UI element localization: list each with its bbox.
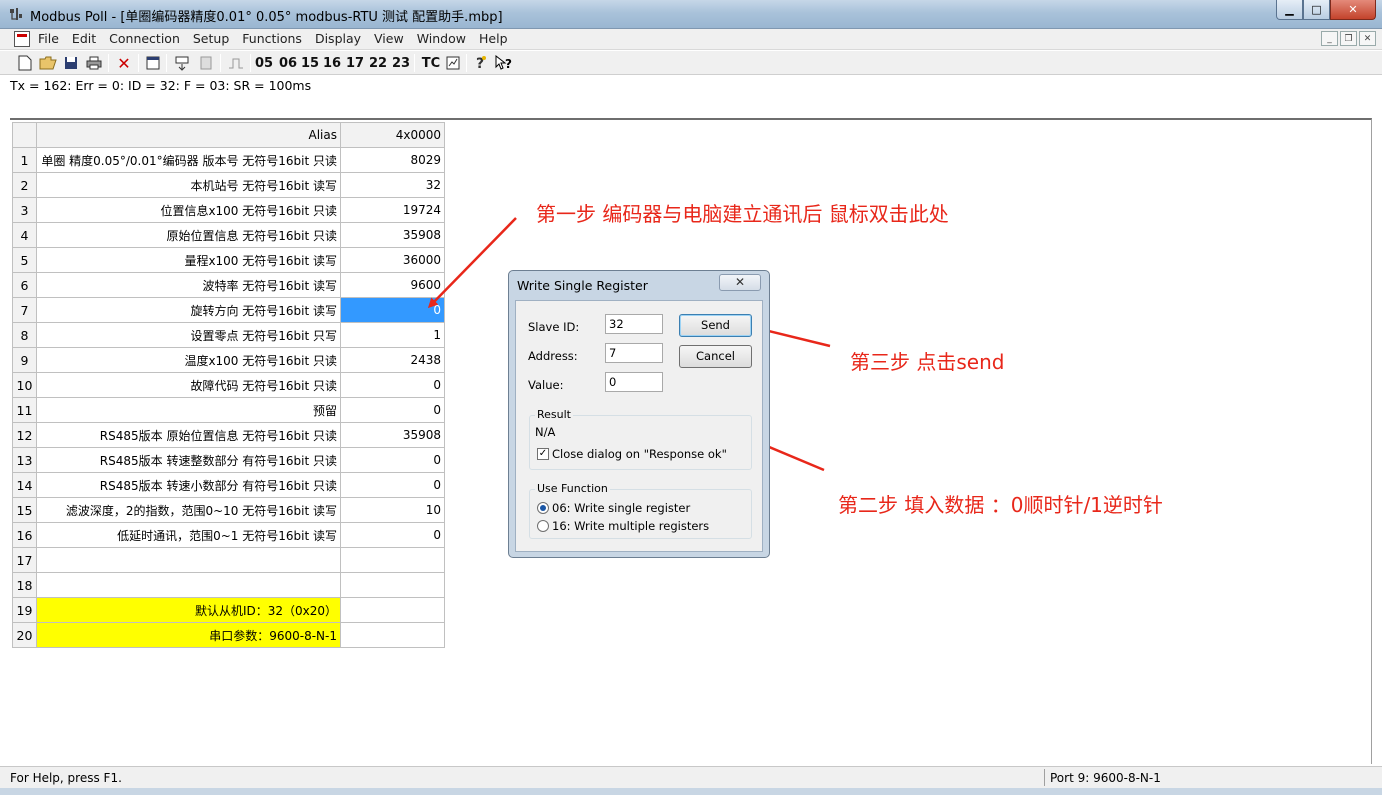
port-status: Port 9: 9600-8-N-1 xyxy=(1050,771,1161,785)
function-06-radio[interactable] xyxy=(537,502,549,514)
arrow-step1 xyxy=(427,217,517,309)
result-legend: Result xyxy=(535,408,573,421)
result-text: N/A xyxy=(535,425,556,439)
annotation-step2: 第二步 填入数据 ：0顺时针/1逆时针 xyxy=(838,493,1163,517)
help-hint: For Help, press F1. xyxy=(10,771,122,785)
slave-id-input[interactable]: 32 xyxy=(605,314,663,334)
address-input[interactable]: 7 xyxy=(605,343,663,363)
slave-id-label: Slave ID: xyxy=(528,320,580,334)
function-06-label: 06: Write single register xyxy=(552,501,691,515)
annotation-step1: 第一步 编码器与电脑建立通讯后 鼠标双击此处 xyxy=(536,202,949,226)
dialog-body: Slave ID: 32 Address: 7 Value: 0 Send Ca… xyxy=(515,300,763,552)
function-16-radio[interactable] xyxy=(537,520,549,532)
cancel-button[interactable]: Cancel xyxy=(679,345,752,368)
send-button[interactable]: Send xyxy=(679,314,752,337)
write-single-register-dialog: Write Single Register ✕ Slave ID: 32 Add… xyxy=(508,270,770,558)
value-input[interactable]: 0 xyxy=(605,372,663,392)
close-on-ok-label: Close dialog on "Response ok" xyxy=(552,447,727,461)
use-function-legend: Use Function xyxy=(535,482,610,495)
close-on-ok-checkbox[interactable]: ✓ xyxy=(537,448,549,460)
value-label: Value: xyxy=(528,378,564,392)
result-group: Result N/A ✓ Close dialog on "Response o… xyxy=(529,408,752,470)
status-bar: For Help, press F1. Port 9: 9600-8-N-1 xyxy=(0,766,1382,788)
use-function-group: Use Function 06: Write single register 1… xyxy=(529,482,752,539)
address-label: Address: xyxy=(528,349,578,363)
dialog-close-button[interactable]: ✕ xyxy=(719,274,761,291)
function-16-label: 16: Write multiple registers xyxy=(552,519,710,533)
annotation-step3: 第三步 点击send xyxy=(850,350,1005,374)
dialog-title: Write Single Register xyxy=(517,278,648,293)
